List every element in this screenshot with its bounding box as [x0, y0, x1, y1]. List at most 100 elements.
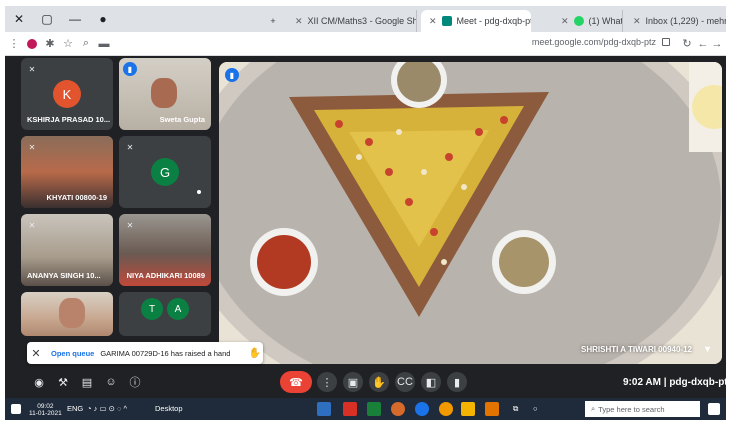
mic-active-icon: ▮ — [123, 62, 137, 76]
new-tab-label: + — [270, 16, 276, 26]
tab-close-icon[interactable]: ✕ — [295, 16, 303, 27]
more-options-button[interactable]: ⋮ — [317, 372, 337, 392]
chrome-taskbar-icon[interactable] — [439, 402, 453, 416]
present-button[interactable]: ▣ — [343, 372, 363, 392]
browser-tab-strip: ✕ ▢ — ● + ✕ XII CM/Maths3 - Google Sheet… — [5, 6, 726, 32]
people-icon[interactable]: ☺ — [101, 372, 121, 392]
participant-tile[interactable]: ✕ KHYATI 00800-19 — [21, 136, 113, 208]
desktop-toolbar[interactable]: Desktop — [155, 404, 183, 413]
meet-favicon-icon — [441, 16, 452, 26]
tab-gmail[interactable]: ✕ Inbox (1,229) - mehra.pupsa@m — [625, 10, 726, 32]
cortana-icon[interactable]: ○ — [533, 404, 538, 413]
taskbar-clock[interactable]: 09:02 11-01-2021 — [29, 403, 62, 417]
avatar: A — [167, 298, 189, 320]
mic-active-icon: ▮ — [225, 68, 239, 82]
tab-close-icon[interactable]: ✕ — [429, 16, 437, 27]
tab-meet[interactable]: ✕ Meet - pdg-dxqb-ptz — [421, 10, 531, 32]
search-placeholder: Type here to search — [598, 404, 665, 414]
mic-off-icon: ✕ — [28, 220, 36, 230]
microphone-button[interactable]: ▮ — [447, 372, 467, 392]
tab-title: Meet - pdg-dxqb-ptz — [456, 16, 531, 26]
participant-tile[interactable]: ✕ ANANYA SINGH 10... — [21, 214, 113, 286]
lock-icon — [662, 38, 670, 46]
language-indicator[interactable]: ENG — [67, 404, 83, 413]
taskbar: 09:02 11-01-2021 ENG ◔ ♪ ▭ ⊙ ◌ ^ Desktop… — [5, 398, 726, 420]
mic-off-icon: ✕ — [126, 220, 134, 230]
raised-hand-toast: ✕ Open queue GARIMA 00729D-16 has raised… — [27, 342, 263, 364]
taskbar-search-box[interactable]: ⌕ Type here to search — [585, 401, 700, 417]
taskbar-app-icon[interactable] — [415, 402, 429, 416]
main-speaker-name: SHRISHTI A TIWARI 00940-12 — [581, 345, 692, 354]
bookmark-star-icon[interactable]: ☆ — [59, 34, 77, 54]
zoom-icon[interactable]: ⌕ — [77, 34, 95, 54]
mic-off-icon: ✕ — [126, 142, 134, 152]
mic-off-icon: ✕ — [28, 142, 36, 152]
screen: ✕ ▢ — ● + ✕ XII CM/Maths3 - Google Sheet… — [5, 6, 726, 420]
tray-icons[interactable]: ◔ ♪ ▭ ⊙ ◌ ^ — [87, 404, 127, 413]
participant-name: NIYA ADHIKARI 10089 — [126, 271, 205, 280]
participant-name: Sweta Gupta — [159, 115, 205, 124]
address-bar: ⋮ ✱ ☆ ⌕ ▬ meet.google.com/pdg-dxqb-ptz ↻… — [5, 32, 726, 56]
meet-stage: ✕ K KSHIRJA PRASAD 10... ✕ KHYATI 00800-… — [5, 56, 726, 368]
participant-tile[interactable]: ✕ K KSHIRJA PRASAD 10... — [21, 58, 113, 130]
participant-name: KSHIRJA PRASAD 10... — [27, 115, 111, 124]
open-queue-button[interactable]: Open queue — [51, 349, 94, 358]
extensions-icon[interactable]: ✱ — [41, 34, 59, 54]
host-controls-icon[interactable]: ◉ — [29, 372, 49, 392]
chat-icon[interactable]: ▤ — [77, 372, 97, 392]
call-end-icon: ☎ — [289, 376, 303, 389]
participant-tile[interactable] — [21, 292, 113, 336]
profile-avatar-icon[interactable] — [23, 34, 41, 54]
tab-whatsapp[interactable]: ✕ (1) WhatsApp — [553, 10, 623, 32]
participant-face — [59, 298, 85, 328]
speaking-indicator-icon — [197, 190, 201, 194]
file-explorer-taskbar-icon[interactable] — [461, 402, 475, 416]
mic-off-icon: ✕ — [28, 64, 36, 74]
participant-tile[interactable]: ▮ Sweta Gupta — [119, 58, 211, 130]
taskbar-app-icon[interactable] — [317, 402, 331, 416]
taskbar-app-icon[interactable] — [485, 402, 499, 416]
taskbar-app-icon[interactable] — [391, 402, 405, 416]
chrome-menu-dots-icon[interactable]: ⋮ — [5, 34, 23, 54]
avatar: K — [53, 80, 81, 108]
participant-name: KHYATI 00800-19 — [46, 193, 107, 202]
windows-start-icon[interactable] — [708, 403, 720, 415]
url-field[interactable]: meet.google.com/pdg-dxqb-ptz — [532, 37, 656, 47]
close-window-button[interactable]: ✕ — [5, 6, 33, 32]
avatar: G — [151, 158, 179, 186]
notifications-icon[interactable] — [11, 404, 21, 414]
tab-title: XII CM/Maths3 - Google Sheets — [307, 16, 416, 26]
captions-button[interactable]: CC — [395, 372, 415, 392]
maximize-window-button[interactable]: ▢ — [33, 6, 61, 32]
task-view-icon[interactable]: ⧉ — [513, 404, 518, 414]
minimize-window-button[interactable]: — — [61, 6, 89, 32]
meeting-time-code: 9:02 AM | pdg-dxqb-ptz — [623, 377, 726, 388]
taskbar-app-icon[interactable] — [343, 402, 357, 416]
activities-icon[interactable]: ⚒ — [53, 372, 73, 392]
meeting-controls-bar: ◉ ⚒ ▤ ☺ ⓘ ☎ ⋮ ▣ ✋ CC ◧ ▮ 9:02 AM | pdg-d… — [5, 368, 726, 396]
toast-message: GARIMA 00729D-16 has raised a hand — [100, 348, 231, 358]
pin-icon[interactable]: ▼ — [703, 344, 712, 354]
camera-icon[interactable]: ▬ — [95, 34, 113, 54]
participant-face — [151, 78, 177, 108]
tab-close-icon[interactable]: ✕ — [561, 16, 569, 27]
raise-hand-button[interactable]: ✋ — [369, 372, 389, 392]
camera-button[interactable]: ◧ — [421, 372, 441, 392]
forward-icon[interactable]: → — [708, 34, 726, 54]
taskbar-app-icon[interactable] — [367, 402, 381, 416]
info-icon[interactable]: ⓘ — [125, 372, 145, 392]
tab-close-icon[interactable]: ✕ — [633, 16, 641, 27]
tab-title: Inbox (1,229) - mehra.pupsa@m — [645, 16, 726, 26]
food-plate-image — [219, 62, 722, 364]
participant-tile[interactable]: T A — [119, 292, 211, 336]
chrome-menu-icon[interactable]: ● — [89, 6, 117, 32]
end-call-button[interactable]: ☎ — [280, 371, 312, 393]
participant-tile[interactable]: ✕ G — [119, 136, 211, 208]
toast-close-button[interactable]: ✕ — [27, 347, 45, 360]
hand-icon: ✋ — [248, 347, 262, 359]
participant-tile[interactable]: ✕ NIYA ADHIKARI 10089 — [119, 214, 211, 286]
new-tab-button[interactable]: + — [263, 10, 283, 32]
tab-sheets[interactable]: ✕ XII CM/Maths3 - Google Sheets — [287, 10, 417, 32]
tab-title: (1) WhatsApp — [588, 16, 623, 26]
main-speaker-video[interactable]: ▮ SHRISHTI A TIWARI 00940-12 ▼ — [219, 62, 722, 364]
